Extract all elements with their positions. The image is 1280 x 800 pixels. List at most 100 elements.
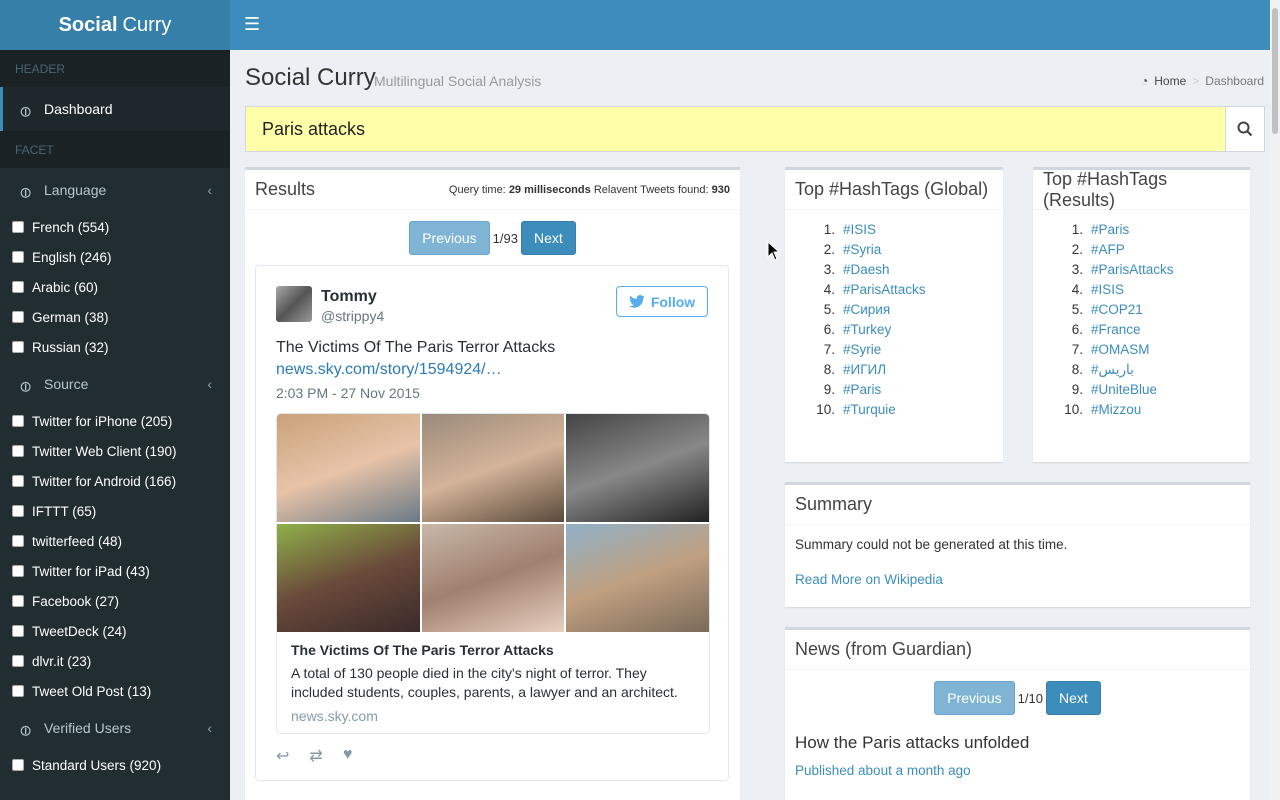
facet-verified-toggle[interactable]: ⊘ Verified Users ‹ <box>0 706 230 750</box>
facet-source-toggle[interactable]: ⊘ Source ‹ <box>0 362 230 406</box>
photo-thumbnail <box>277 524 420 632</box>
facet-checkbox-item[interactable]: Arabic (60) <box>0 272 230 302</box>
facet-checkbox-item[interactable]: TweetDeck (24) <box>0 616 230 646</box>
checkbox[interactable] <box>12 565 24 577</box>
hashtag-link[interactable]: #OMASM <box>1091 342 1150 362</box>
checkbox[interactable] <box>12 281 24 293</box>
facet-checkbox-item[interactable]: Facebook (27) <box>0 586 230 616</box>
tweet-timestamp[interactable]: 2:03 PM - 27 Nov 2015 <box>276 385 420 401</box>
hashtag-link[interactable]: #Syria <box>843 242 881 262</box>
checkbox[interactable] <box>12 221 24 233</box>
search-button[interactable] <box>1225 106 1265 152</box>
checkbox[interactable] <box>12 595 24 607</box>
results-hashtag-list: 1. #Paris 2. #AFP 3. #ParisAttacks 4. #ISIS 5. #C… <box>1033 210 1250 422</box>
link-preview-card[interactable]: The Victims Of The Paris Terror Attacks … <box>276 413 710 734</box>
facet-checkbox-item[interactable]: Standard Users (920) <box>0 750 230 780</box>
wikipedia-link[interactable]: Read More on Wikipedia <box>785 552 1250 587</box>
hashtag-link[interactable]: #Сирия <box>843 302 890 322</box>
facet-checkbox-item[interactable]: twitterfeed (48) <box>0 526 230 556</box>
brand-logo[interactable]: Social Curry <box>0 0 230 50</box>
checkbox[interactable] <box>12 445 24 457</box>
news-date[interactable]: Published about a month ago <box>785 753 1250 778</box>
facet-checkbox-item[interactable]: Twitter for iPad (43) <box>0 556 230 586</box>
avatar[interactable] <box>276 286 312 322</box>
checkbox[interactable] <box>12 415 24 427</box>
facet-item-label: IFTTT (65) <box>32 503 97 519</box>
hashtag-link[interactable]: #COP21 <box>1091 302 1143 322</box>
tweet-link[interactable]: news.sky.com/story/1594924/… <box>276 361 502 379</box>
tweet-author-handle[interactable]: @strippy4 <box>321 308 384 324</box>
checkbox[interactable] <box>12 535 24 547</box>
breadcrumb-home[interactable]: Home <box>1154 74 1186 88</box>
tweet-card: Tommy @strippy4 Follow The Victims Of Th… <box>255 265 729 781</box>
hashtag-rank: 4. <box>823 282 835 297</box>
news-previous-button[interactable]: Previous <box>934 681 1015 715</box>
checkbox[interactable] <box>12 505 24 517</box>
facet-checkbox-item[interactable]: Russian (32) <box>0 332 230 362</box>
heart-icon[interactable]: ♥ <box>343 746 353 766</box>
facet-label: Source <box>44 376 89 392</box>
hashtag-item: 8. #ИГИЛ <box>815 362 1003 382</box>
next-button[interactable]: Next <box>520 221 576 255</box>
facet-checkbox-item[interactable]: Twitter for iPhone (205) <box>0 406 230 436</box>
hashtag-rank: 4. <box>1071 282 1083 297</box>
facet-checkbox-item[interactable]: Twitter Web Client (190) <box>0 436 230 466</box>
checkbox[interactable] <box>12 759 24 771</box>
facet-item-label: dlvr.it (23) <box>32 653 92 669</box>
reply-icon[interactable]: ↩ <box>276 746 289 766</box>
photo-thumbnail <box>566 524 709 632</box>
follow-button[interactable]: Follow <box>616 286 708 317</box>
checkbox[interactable] <box>12 625 24 637</box>
hashtag-rank: 7. <box>1071 342 1083 357</box>
search-input[interactable] <box>245 106 1225 152</box>
news-headline[interactable]: How the Paris attacks unfolded <box>785 715 1250 753</box>
facet-checkbox-item[interactable]: French (554) <box>0 212 230 242</box>
facet-checkbox-item[interactable]: IFTTT (65) <box>0 496 230 526</box>
facet-checkbox-item[interactable]: English (246) <box>0 242 230 272</box>
retweet-icon[interactable]: ⇄ <box>309 746 322 766</box>
hashtag-rank: 6. <box>1071 322 1083 337</box>
hashtag-link[interactable]: #Paris <box>843 382 881 402</box>
dashboard-icon: ◔ <box>1141 74 1149 88</box>
checkbox[interactable] <box>12 475 24 487</box>
hashtag-link[interactable]: #Paris <box>1091 222 1129 242</box>
checkbox[interactable] <box>12 341 24 353</box>
results-meta: Query time: 29 milliseconds Relavent Twe… <box>449 184 730 196</box>
hashtag-link[interactable]: #Daesh <box>843 262 890 282</box>
sidebar-item-dashboard[interactable]: ⊘ Dashboard <box>0 87 230 131</box>
news-next-button[interactable]: Next <box>1045 681 1101 715</box>
facet-language-toggle[interactable]: ⊘ Language ‹ <box>0 168 230 212</box>
photo-thumbnail <box>277 414 420 522</box>
hashtag-link[interactable]: #AFP <box>1091 242 1125 262</box>
facet-checkbox-item[interactable]: Twitter for Android (166) <box>0 466 230 496</box>
checkbox[interactable] <box>12 685 24 697</box>
hashtag-link[interactable]: #ISIS <box>843 222 876 242</box>
photo-thumbnail <box>421 524 565 632</box>
scrollbar-thumb[interactable] <box>1272 8 1278 134</box>
hashtag-link[interactable]: #Mizzou <box>1091 402 1141 422</box>
hashtag-link[interactable]: #UniteBlue <box>1091 382 1157 402</box>
chevron-left-icon: ‹ <box>207 720 212 736</box>
hashtag-link[interactable]: #Turkey <box>843 322 891 342</box>
facet-checkbox-item[interactable]: German (38) <box>0 302 230 332</box>
page-scrollbar[interactable] <box>1270 0 1280 800</box>
checkbox[interactable] <box>12 311 24 323</box>
checkbox[interactable] <box>12 655 24 667</box>
hashtag-link[interactable]: #Turquie <box>843 402 896 422</box>
photo-grid <box>277 414 709 632</box>
hamburger-menu-icon[interactable]: ☰ <box>244 14 260 35</box>
checkbox[interactable] <box>12 251 24 263</box>
breadcrumb: ◔ Home > Dashboard <box>1141 74 1264 88</box>
hashtag-link[interactable]: #ISIS <box>1091 282 1124 302</box>
hashtag-rank: 1. <box>1071 222 1083 237</box>
hashtag-link[interactable]: #ParisAttacks <box>843 282 926 302</box>
facet-checkbox-item[interactable]: dlvr.it (23) <box>0 646 230 676</box>
facet-checkbox-item[interactable]: Tweet Old Post (13) <box>0 676 230 706</box>
tweet-author-name[interactable]: Tommy <box>321 288 377 306</box>
hashtag-link[interactable]: #Syrie <box>843 342 881 362</box>
hashtag-link[interactable]: #ИГИЛ <box>843 362 886 382</box>
hashtag-link[interactable]: #France <box>1091 322 1141 342</box>
previous-button[interactable]: Previous <box>409 221 490 255</box>
hashtag-link[interactable]: #باريس <box>1091 362 1134 382</box>
hashtag-link[interactable]: #ParisAttacks <box>1091 262 1174 282</box>
